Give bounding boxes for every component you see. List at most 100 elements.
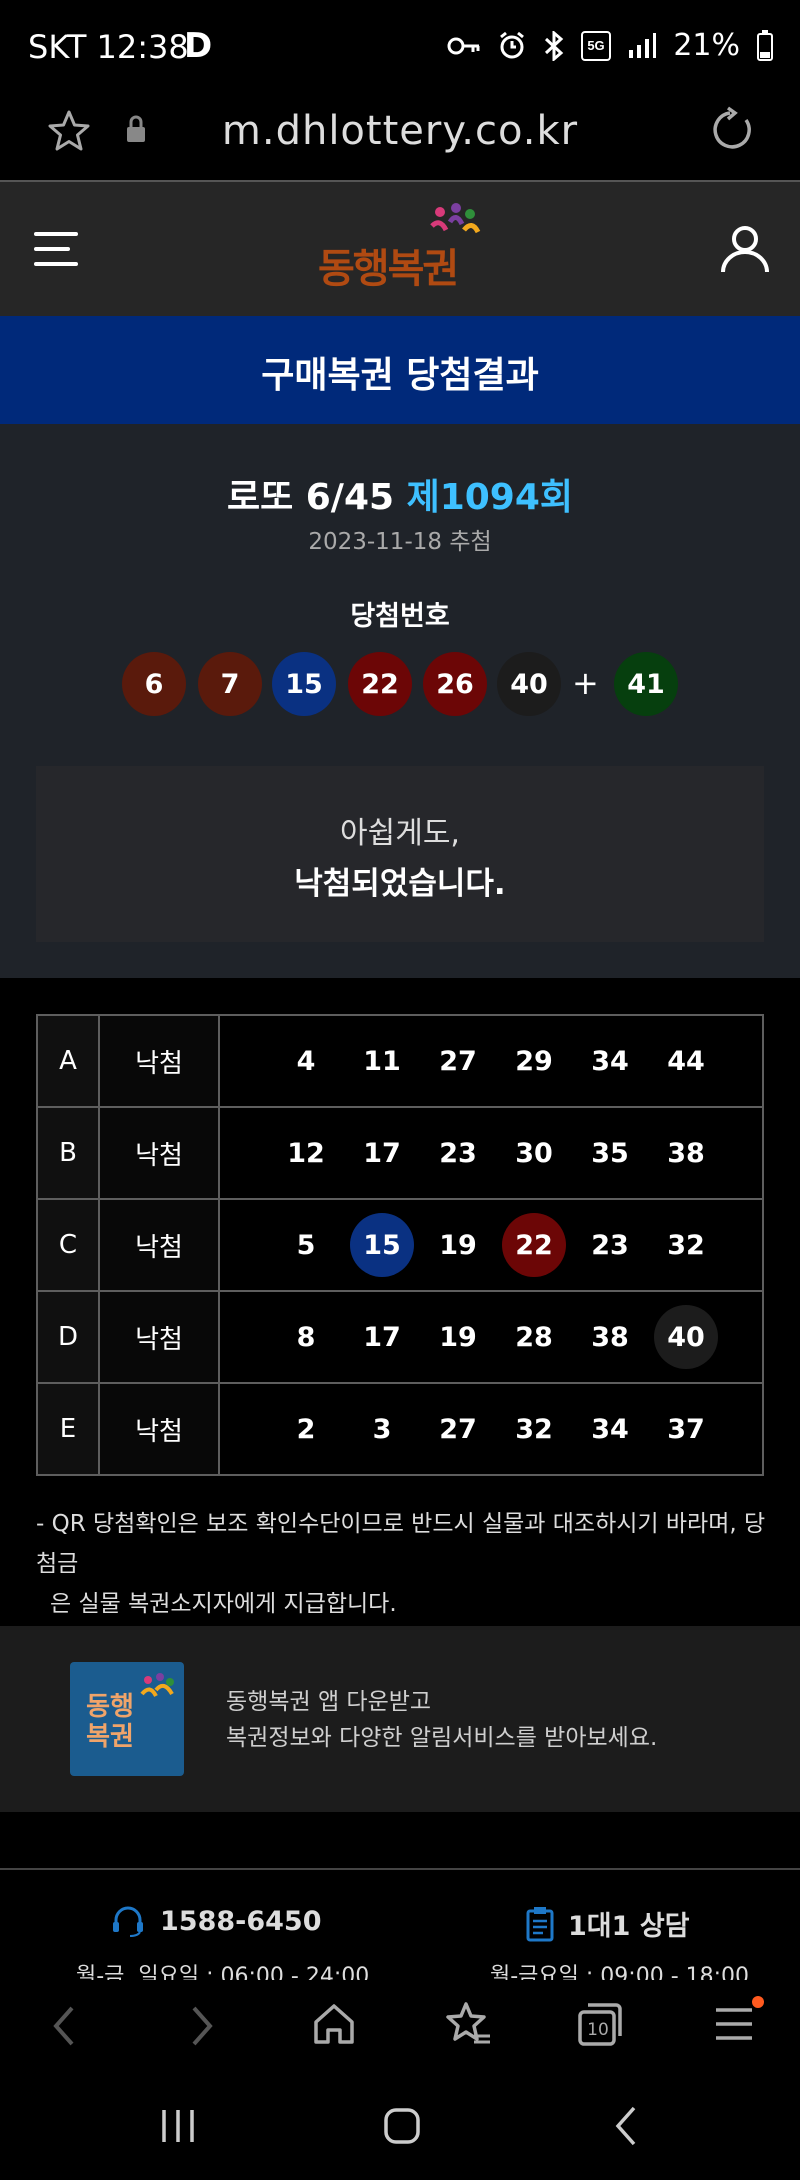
ticket-numbers: 5 15 19 22 23 32 bbox=[218, 1198, 764, 1292]
ticket-number: 3 bbox=[372, 1413, 392, 1445]
logo-people-icon bbox=[430, 203, 481, 234]
ticket-label: B bbox=[36, 1106, 100, 1200]
qr-notice-line1: - QR 당첨확인은 보조 확인수단이므로 반드시 실물과 대조하시기 바라며,… bbox=[36, 1511, 766, 1577]
browser-address-bar: m.dhlottery.co.kr bbox=[0, 98, 800, 182]
ticket-number: 23 bbox=[439, 1137, 477, 1169]
app-promo[interactable]: 동행복권 동행복권 앱 다운받고 복권정보와 다양한 알림서비스를 받아보세요. bbox=[0, 1626, 800, 1812]
ticket-number: 5 bbox=[296, 1229, 316, 1261]
app-logo-text: 동행복권 bbox=[86, 1692, 134, 1752]
5g-icon: 5G bbox=[581, 30, 612, 61]
winning-number-ball: 22 bbox=[348, 652, 412, 716]
ticket-label: E bbox=[36, 1382, 100, 1476]
recent-apps-icon[interactable] bbox=[160, 2108, 196, 2144]
matched-number: 15 bbox=[350, 1213, 414, 1277]
page-title: 구매복권 당첨결과 bbox=[261, 355, 539, 396]
reload-icon[interactable] bbox=[708, 106, 756, 154]
ticket-number: 4 bbox=[296, 1045, 316, 1077]
status-icons: 5G 21% bbox=[447, 28, 774, 63]
ticket-label: A bbox=[36, 1014, 100, 1108]
winning-number-ball: 40 bbox=[497, 652, 561, 716]
ticket-number: 19 bbox=[439, 1229, 477, 1261]
ticket-number: 28 bbox=[515, 1321, 553, 1353]
consult-hours: 월-금요일 : 09:00 - 18:00 bbox=[490, 1964, 750, 1980]
ticket-number: 38 bbox=[667, 1137, 705, 1169]
ticket-numbers: 2 3 27 32 34 37 bbox=[218, 1382, 764, 1476]
back-icon[interactable] bbox=[50, 2004, 78, 2048]
ticket-row: C 낙첨 5 15 19 22 23 32 bbox=[36, 1198, 764, 1292]
bluetooth-icon bbox=[545, 30, 564, 61]
ticket-number: 34 bbox=[591, 1045, 629, 1077]
phone-number: 1588-6450 bbox=[160, 1905, 322, 1937]
ticket-status: 낙첨 bbox=[98, 1290, 220, 1384]
signal-icon bbox=[629, 32, 657, 58]
ticket-number: 17 bbox=[363, 1321, 401, 1353]
ticket-number: 37 bbox=[667, 1413, 705, 1445]
ticket-number: 32 bbox=[515, 1413, 553, 1445]
bookmarks-icon[interactable] bbox=[444, 2000, 492, 2048]
forward-icon[interactable] bbox=[188, 2004, 216, 2048]
tabs-button[interactable]: 10 bbox=[576, 2000, 624, 2048]
ticket-number: 27 bbox=[439, 1045, 477, 1077]
ticket-row: B 낙첨 12 17 23 30 35 38 bbox=[36, 1106, 764, 1200]
bonus-plus: + bbox=[572, 664, 599, 702]
result-message-line1: 아쉽게도, bbox=[340, 816, 460, 851]
app-logo: 동행복권 bbox=[70, 1662, 184, 1776]
hamburger-menu-icon[interactable] bbox=[34, 230, 78, 268]
page-title-banner: 구매복권 당첨결과 bbox=[0, 316, 800, 424]
headset-icon bbox=[113, 1906, 143, 1937]
qr-notice-line2: 은 실물 복권소지자에게 지급합니다. bbox=[50, 1591, 397, 1617]
ticket-number: 44 bbox=[667, 1045, 705, 1077]
app-promo-line1: 동행복권 앱 다운받고 bbox=[226, 1689, 432, 1715]
ticket-number: 8 bbox=[296, 1321, 316, 1353]
ticket-number: 11 bbox=[363, 1045, 401, 1077]
ticket-row: A 낙첨 4 11 27 29 34 44 bbox=[36, 1014, 764, 1108]
ticket-number: 19 bbox=[439, 1321, 477, 1353]
ticket-numbers: 8 17 19 28 38 40 bbox=[218, 1290, 764, 1384]
ticket-number: 30 bbox=[515, 1137, 553, 1169]
winning-number-ball: 15 bbox=[272, 652, 336, 716]
alarm-icon bbox=[500, 31, 525, 58]
ticket-number: 12 bbox=[287, 1137, 325, 1169]
one-on-one-consult[interactable]: 1대1 상담 bbox=[526, 1904, 690, 1943]
result-message-line2: 낙첨되었습니다. bbox=[294, 866, 506, 902]
winning-number-ball: 6 bbox=[122, 652, 186, 716]
ticket-number: 34 bbox=[591, 1413, 629, 1445]
app-promo-text: 동행복권 앱 다운받고 복권정보와 다양한 알림서비스를 받아보세요. bbox=[226, 1684, 657, 1756]
status-time: SKT 12:38 bbox=[28, 28, 189, 66]
phone-contact[interactable]: 1588-6450 bbox=[110, 1904, 322, 1938]
ticket-label: D bbox=[36, 1290, 100, 1384]
battery-icon bbox=[757, 29, 773, 61]
ticket-number: 2 bbox=[296, 1413, 316, 1445]
home-icon[interactable] bbox=[312, 2002, 356, 2046]
ticket-row: D 낙첨 8 17 19 28 38 40 bbox=[36, 1290, 764, 1384]
ticket-status: 낙첨 bbox=[98, 1382, 220, 1476]
qr-notice: - QR 당첨확인은 보조 확인수단이므로 반드시 실물과 대조하시기 바라며,… bbox=[36, 1504, 776, 1624]
ticket-status: 낙첨 bbox=[98, 1198, 220, 1292]
ticket-status: 낙첨 bbox=[98, 1014, 220, 1108]
status-bar: SKT 12:38 D 5G 21% bbox=[0, 0, 800, 98]
matched-number: 40 bbox=[654, 1305, 718, 1369]
ticket-number: 27 bbox=[439, 1413, 477, 1445]
clipboard-icon bbox=[526, 1906, 554, 1941]
svg-text:5G: 5G bbox=[588, 38, 605, 53]
menu-icon[interactable] bbox=[714, 2006, 754, 2042]
user-account-icon[interactable] bbox=[720, 224, 770, 274]
ticket-numbers: 4 11 27 29 34 44 bbox=[218, 1014, 764, 1108]
phone-hours: 월-금, 일요일 : 06:00 - 24:00 bbox=[76, 1964, 370, 1980]
winning-number-ball: 26 bbox=[423, 652, 487, 716]
tabs-count: 10 bbox=[587, 2020, 609, 2040]
key-icon bbox=[447, 37, 480, 54]
customer-contact: 1588-6450 월-금, 일요일 : 06:00 - 24:00 1대1 상… bbox=[0, 1870, 800, 1980]
ticket-number: 35 bbox=[591, 1137, 629, 1169]
ticket-number: 32 bbox=[667, 1229, 705, 1261]
system-back-icon[interactable] bbox=[612, 2106, 640, 2146]
url-text[interactable]: m.dhlottery.co.kr bbox=[0, 108, 800, 154]
browser-toolbar: 10 bbox=[0, 1980, 800, 2070]
result-message-box: 아쉽게도, 낙첨되었습니다. bbox=[36, 766, 764, 942]
matched-number: 22 bbox=[502, 1213, 566, 1277]
ticket-row: E 낙첨 2 3 27 32 34 37 bbox=[36, 1382, 764, 1476]
system-home-icon[interactable] bbox=[382, 2106, 422, 2146]
notification-dot bbox=[752, 1996, 764, 2008]
ticket-numbers: 12 17 23 30 35 38 bbox=[218, 1106, 764, 1200]
ticket-number: 17 bbox=[363, 1137, 401, 1169]
